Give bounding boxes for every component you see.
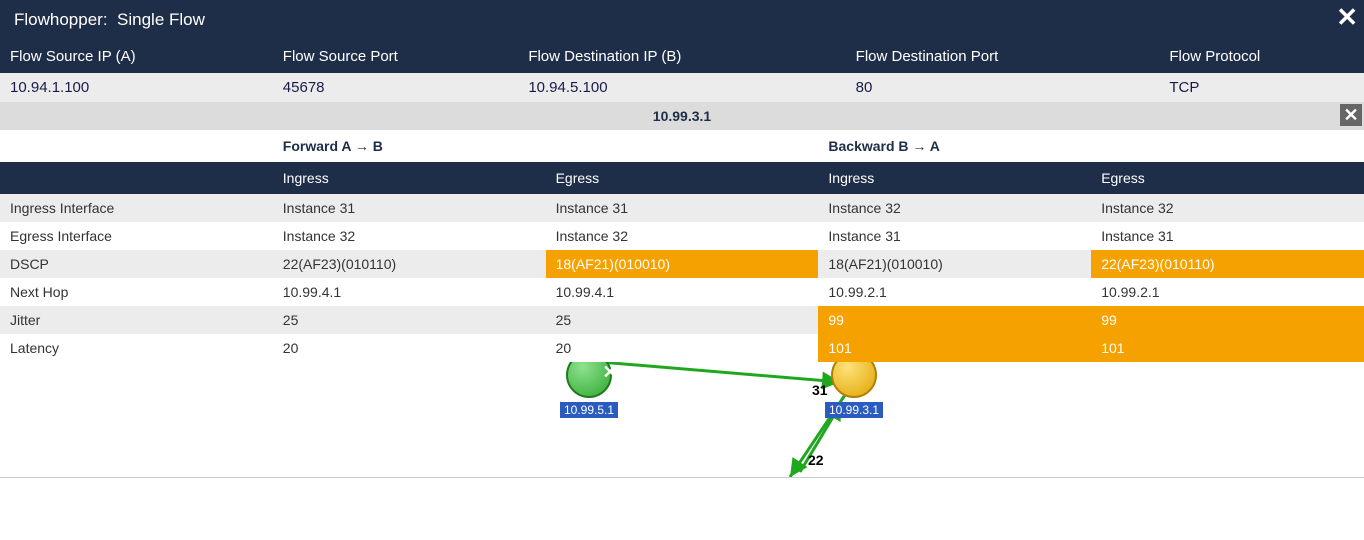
port-label: 31 (812, 382, 828, 398)
cell-highlight: 101 (818, 334, 1091, 362)
cell-highlight: 99 (818, 306, 1091, 334)
topology-canvas[interactable]: ✕ 10.99.5.1 10.99.3.1 31 22 (0, 362, 1364, 478)
label-dscp: DSCP (0, 250, 273, 278)
cell: Instance 31 (273, 194, 546, 222)
row-latency: Latency 20 20 101 101 (0, 334, 1364, 362)
col-proto: Flow Protocol (1159, 40, 1364, 73)
row-egress-if: Egress Interface Instance 32 Instance 32… (0, 222, 1364, 250)
topology-node[interactable]: ✕ 10.99.5.1 (560, 362, 618, 418)
label-jitter: Jitter (0, 306, 273, 334)
cell-highlight: 101 (1091, 334, 1364, 362)
dir-forward: Forward A → B (273, 130, 819, 162)
sub-egress-f: Egress (546, 162, 819, 194)
label-ingress-if: Ingress Interface (0, 194, 273, 222)
label-egress-if: Egress Interface (0, 222, 273, 250)
cell: 10.99.4.1 (546, 278, 819, 306)
flow-row: 10.94.1.100 45678 10.94.5.100 80 TCP (0, 73, 1364, 102)
cell: 10.99.2.1 (818, 278, 1091, 306)
cell: 20 (546, 334, 819, 362)
cell: Instance 31 (818, 222, 1091, 250)
cell: 10.99.4.1 (273, 278, 546, 306)
blank-cell (0, 130, 273, 162)
router-icon: ✕ (566, 362, 612, 398)
cell: 22(AF23)(010110) (273, 250, 546, 278)
col-src-port: Flow Source Port (273, 40, 519, 73)
label-next-hop: Next Hop (0, 278, 273, 306)
node-label: 10.99.3.1 (825, 402, 883, 418)
close-node-icon[interactable]: ✕ (1340, 104, 1362, 126)
cell-highlight: 22(AF23)(010110) (1091, 250, 1364, 278)
selected-node-ip: 10.99.3.1 (653, 108, 711, 124)
row-next-hop: Next Hop 10.99.4.1 10.99.4.1 10.99.2.1 1… (0, 278, 1364, 306)
node-label: 10.99.5.1 (560, 402, 618, 418)
metric-label: 22 (808, 452, 824, 468)
cell-highlight: 99 (1091, 306, 1364, 334)
sub-egress-b: Egress (1091, 162, 1364, 194)
val-src-ip: 10.94.1.100 (0, 73, 273, 102)
cell: 18(AF21)(010010) (818, 250, 1091, 278)
cell: Instance 32 (1091, 194, 1364, 222)
topology-links (0, 362, 1364, 477)
cell: 25 (273, 306, 546, 334)
col-src-ip: Flow Source IP (A) (0, 40, 273, 73)
row-dscp: DSCP 22(AF23)(010110) 18(AF21)(010010) 1… (0, 250, 1364, 278)
topology-node[interactable]: 10.99.3.1 (825, 362, 883, 418)
cell: 20 (273, 334, 546, 362)
val-dst-ip: 10.94.5.100 (518, 73, 845, 102)
cell: Instance 31 (546, 194, 819, 222)
dir-backward: Backward B → A (818, 130, 1364, 162)
val-dst-port: 80 (846, 73, 1160, 102)
router-icon (831, 362, 877, 398)
sub-ingress-b: Ingress (818, 162, 1091, 194)
flow-summary-table: Flow Source IP (A) Flow Source Port Flow… (0, 40, 1364, 102)
col-dst-ip: Flow Destination IP (B) (518, 40, 845, 73)
page-header: Flowhopper: Single Flow ✕ (0, 0, 1364, 40)
label-latency: Latency (0, 334, 273, 362)
node-detail-table: 10.99.3.1 ✕ Forward A → B Backward B → A… (0, 102, 1364, 362)
cell-highlight: 18(AF21)(010010) (546, 250, 819, 278)
val-src-port: 45678 (273, 73, 519, 102)
sub-ingress-f: Ingress (273, 162, 546, 194)
close-icon[interactable]: ✕ (1336, 2, 1358, 33)
cell: 10.99.2.1 (1091, 278, 1364, 306)
cell: Instance 32 (273, 222, 546, 250)
cell: Instance 32 (818, 194, 1091, 222)
cell: Instance 32 (546, 222, 819, 250)
app-title-prefix: Flowhopper: (14, 10, 108, 29)
col-dst-port: Flow Destination Port (846, 40, 1160, 73)
blank-cell (0, 162, 273, 194)
row-jitter: Jitter 25 25 99 99 (0, 306, 1364, 334)
selected-node-row: 10.99.3.1 ✕ (0, 102, 1364, 130)
app-title-mode: Single Flow (117, 10, 205, 29)
cell: Instance 31 (1091, 222, 1364, 250)
val-proto: TCP (1159, 73, 1364, 102)
row-ingress-if: Ingress Interface Instance 31 Instance 3… (0, 194, 1364, 222)
cell: 25 (546, 306, 819, 334)
